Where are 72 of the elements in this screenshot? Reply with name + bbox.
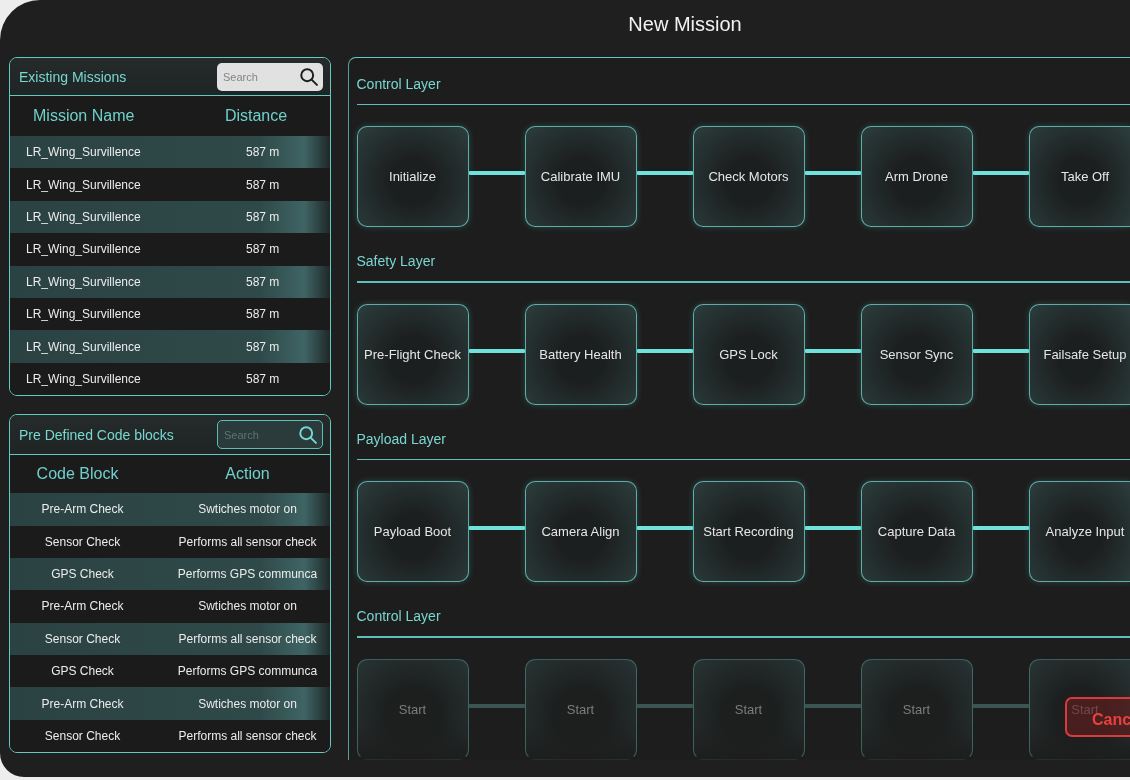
table-row[interactable]: LR_Wing_Survillence 587 m (10, 136, 330, 169)
table-cell-text: Swtiches motor on (197, 502, 298, 517)
column-header: Code Block (35, 465, 120, 484)
table-cell-text: 587 m (245, 339, 281, 354)
flow-node[interactable]: Camera Align (524, 481, 637, 582)
flow-node[interactable]: Failsafe Setup (1028, 303, 1130, 405)
flow-node[interactable]: Payload Boot (356, 481, 469, 582)
table-cell-text: Pre-Arm Check (40, 696, 125, 711)
layer-title: Control Layer (356, 74, 442, 93)
table-cell-text: Sensor Check (43, 631, 122, 646)
table-cell-text: LR_Wing_Survillence (25, 339, 142, 354)
flow-node[interactable]: Battery Health (524, 303, 637, 405)
table-cell-text: LR_Wing_Survillence (25, 242, 142, 257)
panel-title: Existing Missions (19, 68, 127, 85)
table-cell-text: LR_Wing_Survillence (25, 209, 142, 224)
table-cell-text: 587 m (245, 371, 281, 386)
table-cell-text: Sensor Check (43, 534, 122, 549)
table-cell-text: Performs GPS communca (176, 664, 319, 679)
search-icon[interactable] (300, 67, 318, 86)
flow-node[interactable]: Capture Data (860, 481, 973, 582)
layer-title: Control Layer (356, 607, 442, 625)
table-row[interactable]: Pre-Arm Check Swtiches motor on (10, 493, 330, 526)
flow-node[interactable]: Arm Drone (860, 126, 973, 227)
table-row[interactable]: LR_Wing_Survillence 587 m (10, 265, 330, 298)
layer-title: Safety Layer (356, 252, 437, 270)
table-row[interactable]: GPS Check Performs GPS communca (10, 557, 330, 591)
table-cell-text: 587 m (245, 242, 281, 257)
table-cell-text: GPS Check (50, 567, 115, 582)
table-cell-text: GPS Check (50, 664, 115, 679)
flow-node[interactable]: Calibrate IMU (524, 126, 637, 227)
table-row[interactable]: LR_Wing_Survillence 587 m (10, 330, 330, 363)
table-cell-text: 587 m (245, 307, 281, 322)
table-cell-text: Performs GPS communca (176, 567, 319, 582)
flow-node[interactable]: Take Off (1028, 126, 1130, 227)
table-row[interactable]: Sensor Check Performs all sensor check (10, 622, 330, 656)
search-input[interactable]: Search (224, 425, 299, 444)
window-title: New Mission (628, 12, 742, 36)
column-header: Mission Name (32, 107, 136, 125)
flow-node[interactable]: GPS Lock (692, 303, 805, 405)
table-cell-text: Pre-Arm Check (40, 599, 125, 614)
search-icon[interactable] (299, 425, 317, 444)
flow-node[interactable]: Analyze Input (1028, 481, 1130, 582)
flow-node[interactable]: Sensor Sync (860, 303, 973, 405)
table-cell-text: Sensor Check (43, 729, 122, 744)
table-cell-text: Performs all sensor check (177, 534, 318, 549)
flow-node[interactable]: Check Motors (692, 126, 805, 227)
table-cell-text: Swtiches motor on (197, 696, 298, 711)
table-cell-text: LR_Wing_Survillence (25, 177, 142, 192)
table-cell-text: Performs all sensor check (177, 631, 318, 646)
table-cell-text: LR_Wing_Survillence (25, 371, 142, 386)
table-cell-text: 587 m (245, 274, 281, 289)
table-cell-text: LR_Wing_Survillence (25, 145, 142, 160)
table-cell-text: Swtiches motor on (197, 599, 298, 614)
table-cell-text: 587 m (245, 177, 281, 192)
column-header: Action (224, 465, 271, 484)
layer-title: Payload Layer (356, 429, 447, 448)
table-cell-text: LR_Wing_Survillence (25, 307, 142, 322)
search-field[interactable]: Search (217, 420, 323, 450)
table-cell-text: 587 m (245, 145, 281, 160)
search-field[interactable]: Search (217, 62, 323, 91)
flow-node[interactable]: Start Recording (692, 481, 805, 582)
table-cell-text: Performs all sensor check (177, 729, 318, 744)
table-cell-text: Pre-Arm Check (40, 502, 125, 517)
flow-node[interactable]: Pre-Flight Check (356, 303, 469, 405)
search-input[interactable]: Search (223, 67, 300, 86)
table-row[interactable]: Pre-Arm Check Swtiches motor on (10, 687, 330, 720)
flow-node[interactable]: Initialize (356, 126, 469, 227)
panel-title: Pre Defined Code blocks (19, 426, 174, 443)
table-row[interactable]: LR_Wing_Survillence 587 m (10, 200, 330, 234)
table-cell-text: 587 m (245, 209, 281, 224)
column-header: Distance (223, 107, 289, 125)
table-cell-text: LR_Wing_Survillence (25, 274, 142, 289)
